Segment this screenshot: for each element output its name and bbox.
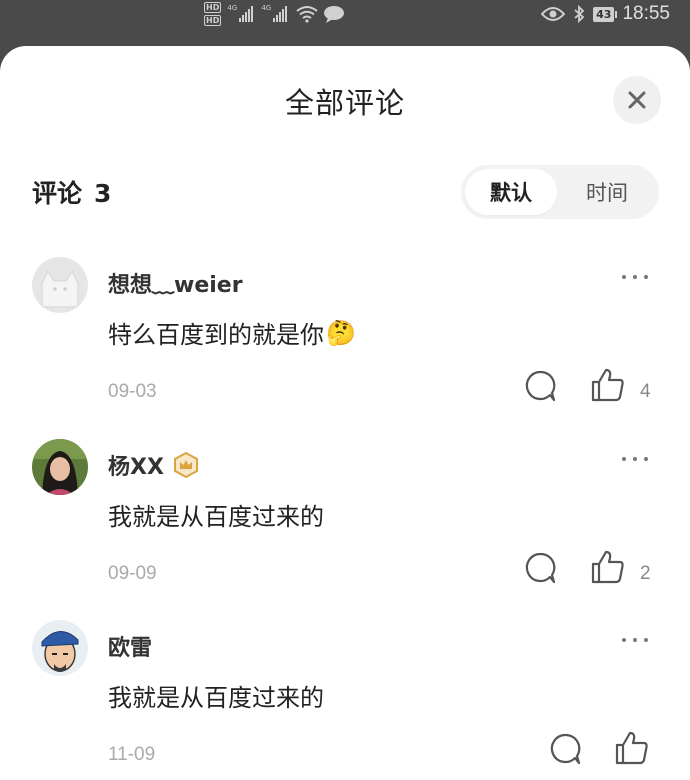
commenter-name-text: 想想﹏weier xyxy=(108,273,243,298)
more-options-button[interactable] xyxy=(622,451,662,467)
hd-badge: HD xyxy=(204,2,222,13)
network-type-label: 4G xyxy=(227,4,238,12)
like-icon[interactable] xyxy=(590,549,626,585)
photo-avatar-icon xyxy=(32,439,88,495)
commenter-name[interactable]: 欧雷 xyxy=(108,630,152,662)
clock: 18:55 xyxy=(622,3,670,24)
commenter-name[interactable]: 想想﹏weier xyxy=(108,267,243,299)
like-icon[interactable] xyxy=(590,367,626,403)
more-options-button[interactable] xyxy=(622,269,662,285)
comment-text: 我就是从百度过来的 xyxy=(108,678,324,713)
comment-date: 09-09 xyxy=(108,563,157,584)
network-type-label: 4G xyxy=(261,4,272,12)
close-icon xyxy=(628,91,646,109)
avatar[interactable] xyxy=(32,439,88,495)
hd-badge: HD xyxy=(204,15,222,26)
like-count: 2 xyxy=(640,563,651,584)
reply-icon[interactable] xyxy=(523,369,557,403)
reply-icon[interactable] xyxy=(548,732,582,766)
avatar[interactable] xyxy=(32,620,88,676)
status-left: HD HD 4G 4G xyxy=(204,2,345,26)
sort-toggle: 默认 时间 xyxy=(461,165,659,219)
comment-date: 11-09 xyxy=(108,744,156,765)
thinking-emoji-icon: 🤔 xyxy=(326,318,356,347)
comment-body: 特么百度到的就是你 xyxy=(108,321,324,349)
sort-tab-time[interactable]: 时间 xyxy=(561,169,653,215)
comment-item: 想想﹏weier 特么百度到的就是你 🤔 09-03 4 xyxy=(0,257,690,427)
like-icon[interactable] xyxy=(614,730,650,766)
sheet-title: 全部评论 xyxy=(284,86,405,120)
comment-item: 欧雷 我就是从百度过来的 11-09 xyxy=(0,620,690,780)
hd-indicators: HD HD xyxy=(204,2,222,26)
eye-icon xyxy=(541,7,566,21)
signal-icon: 4G xyxy=(261,4,288,22)
message-icon xyxy=(324,6,345,23)
status-bar: HD HD 4G 4G 43 18:55 xyxy=(0,0,690,36)
commenter-name[interactable]: 杨XX xyxy=(108,449,200,481)
comment-text: 我就是从百度过来的 xyxy=(108,497,324,532)
comment-count: 3 xyxy=(94,179,112,208)
signal-icon: 4G xyxy=(227,4,254,22)
avatar[interactable] xyxy=(32,257,88,313)
commenter-name-text: 欧雷 xyxy=(108,636,153,661)
like-count: 4 xyxy=(640,381,651,402)
comment-count-label: 评论 xyxy=(32,179,83,208)
comment-body: 我就是从百度过来的 xyxy=(108,503,324,531)
status-right: 43 18:55 xyxy=(541,3,670,25)
battery-indicator: 43 xyxy=(593,6,618,22)
comment-count-row: 评论 3 xyxy=(32,174,111,210)
sort-tab-default[interactable]: 默认 xyxy=(465,169,557,215)
comment-date: 09-03 xyxy=(108,381,157,402)
reply-icon[interactable] xyxy=(523,551,557,585)
comment-item: 杨XX 我就是从百度过来的 09-09 2 xyxy=(0,439,690,609)
commenter-name-text: 杨XX xyxy=(108,455,164,480)
wifi-icon xyxy=(296,6,318,23)
comment-body: 我就是从百度过来的 xyxy=(108,684,324,712)
cartoon-avatar-icon xyxy=(32,620,88,676)
bluetooth-icon xyxy=(574,5,585,23)
default-cat-avatar-icon xyxy=(32,257,88,313)
comments-sheet: 全部评论 评论 3 默认 时间 想想﹏weier 特么百度到的就是你 🤔 09-… xyxy=(0,46,690,780)
crown-badge-icon xyxy=(173,451,198,479)
comment-text: 特么百度到的就是你 🤔 xyxy=(108,315,356,350)
close-button[interactable] xyxy=(613,76,661,124)
more-options-button[interactable] xyxy=(622,632,662,648)
